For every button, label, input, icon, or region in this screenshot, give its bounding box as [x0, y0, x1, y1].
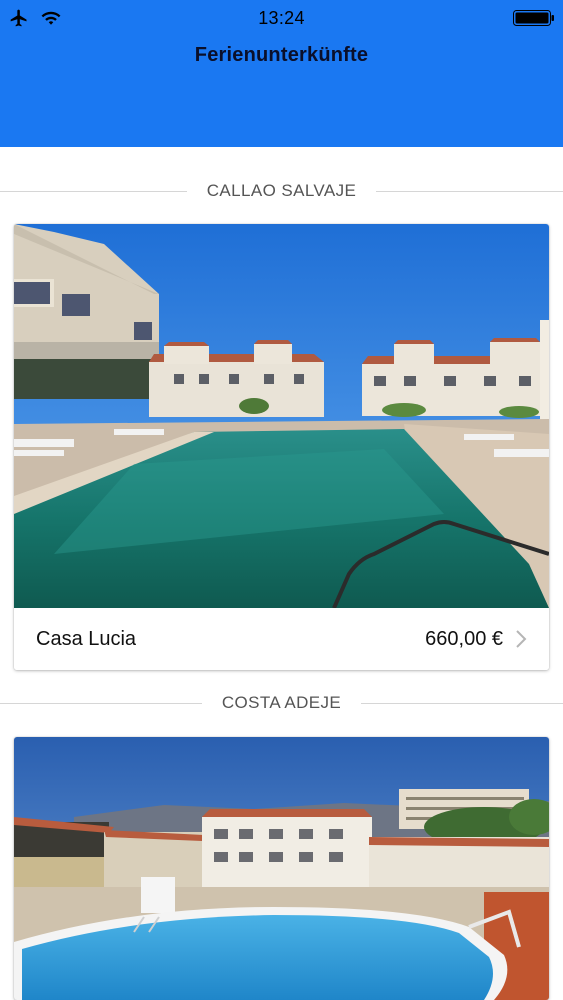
listing-photo — [14, 224, 549, 608]
page-title: Ferienunterkünfte — [194, 44, 369, 66]
section-header-costa-adeje: COSTA ADEJE — [0, 688, 563, 718]
listing-photo — [14, 737, 549, 1000]
listing-price: 660,00 € — [425, 627, 503, 650]
section-header-callao-salvaje: CALLAO SALVAJE — [0, 176, 563, 206]
listing-card-costa-adeje[interactable] — [14, 737, 549, 1000]
section-title: COSTA ADEJE — [221, 693, 342, 712]
divider — [376, 190, 563, 192]
status-bar: 13:24 — [0, 0, 563, 38]
listing-card-casa-lucia[interactable]: Casa Lucia 660,00 € — [14, 224, 549, 670]
status-time: 13:24 — [258, 8, 305, 28]
section-title: CALLAO SALVAJE — [206, 181, 357, 200]
listing-footer: Casa Lucia 660,00 € — [14, 608, 549, 670]
listing-name: Casa Lucia — [36, 627, 137, 650]
divider — [361, 702, 563, 704]
divider — [0, 702, 202, 704]
chevron-right-icon — [516, 630, 527, 648]
divider — [0, 190, 187, 192]
battery-icon — [513, 9, 555, 32]
navigation-bar: 13:24 Ferienunterkünfte — [0, 0, 563, 147]
